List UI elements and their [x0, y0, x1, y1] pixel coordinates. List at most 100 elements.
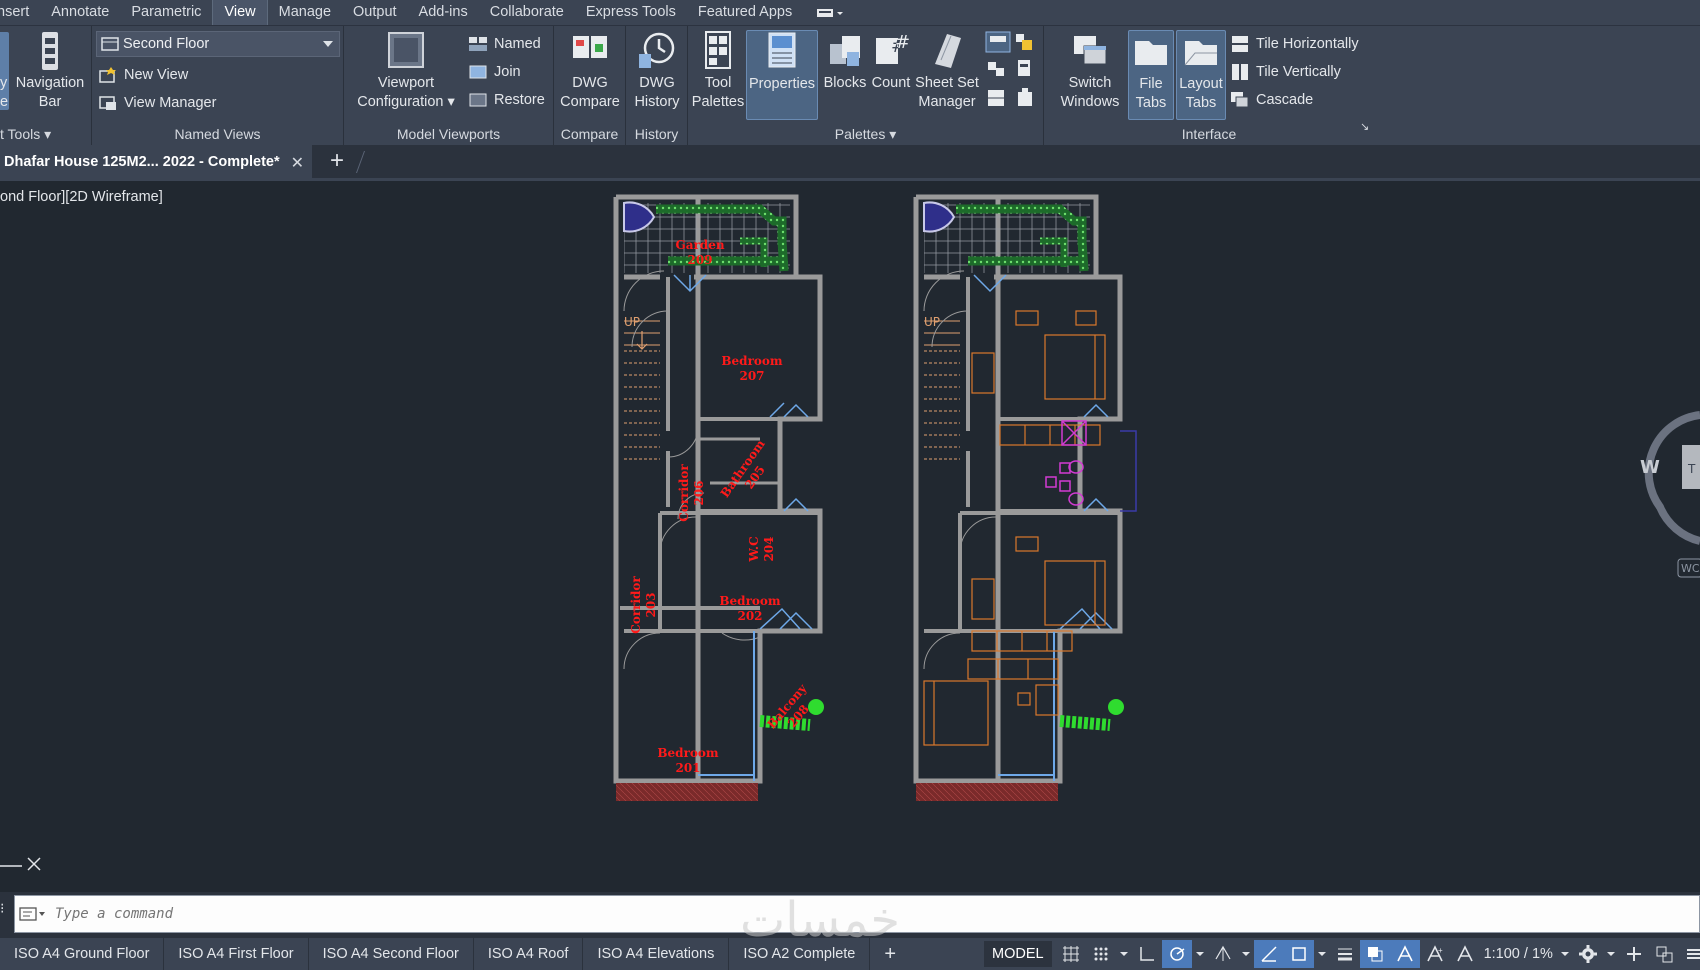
- viewcube-compass[interactable]: W T WC: [1640, 411, 1700, 591]
- properties-button[interactable]: Properties: [746, 30, 818, 120]
- panel-interface: Switch Windows File Tabs Layout Tabs Til…: [1044, 26, 1374, 146]
- plus-icon[interactable]: [1619, 940, 1649, 968]
- view-manager-icon: [99, 96, 116, 110]
- polar-tracking-icon[interactable]: [1161, 940, 1192, 968]
- object-snap-icon[interactable]: [1283, 940, 1314, 968]
- scale-dropdown-icon[interactable]: [1557, 940, 1573, 968]
- object-snap-tracking-icon[interactable]: [1253, 940, 1284, 968]
- ortho-icon[interactable]: [1132, 940, 1162, 968]
- customize-icon[interactable]: [1679, 940, 1700, 968]
- left-cut-label-bottom: e: [0, 94, 9, 110]
- floor-plan-drawing[interactable]: UP Garden 209Bedroom 207Corridor206 Bathroo…: [0, 181, 1700, 891]
- count-button[interactable]: # # Count: [868, 30, 914, 93]
- navigation-bar-button[interactable]: Navigation Bar: [12, 30, 88, 112]
- layout-tabs-label-1: Layout: [1179, 76, 1223, 92]
- object-snap-dropdown-icon[interactable]: [1314, 940, 1330, 968]
- room-label: Bedroom 201: [657, 746, 718, 775]
- viewport-tools-label[interactable]: t Tools ▾: [0, 124, 91, 144]
- view-icon: [101, 37, 119, 51]
- menu-parametric[interactable]: Parametric: [120, 0, 212, 25]
- palettes-label[interactable]: Palettes ▾: [688, 124, 1043, 144]
- close-icon[interactable]: ✕: [291, 153, 304, 173]
- menu-view[interactable]: View: [212, 0, 268, 25]
- join-viewports-button[interactable]: Join: [468, 59, 521, 85]
- dwg-history-button[interactable]: DWG History: [628, 30, 686, 112]
- add-layout-button[interactable]: +: [870, 938, 910, 970]
- model-space-button[interactable]: MODEL: [984, 941, 1052, 967]
- panel-history: DWG History History: [626, 26, 688, 146]
- named-viewports-button[interactable]: Named: [468, 31, 541, 57]
- ribbon-minimize-icon[interactable]: [813, 0, 847, 25]
- annotation-scale-value[interactable]: 1:100 / 1%: [1480, 946, 1557, 962]
- tab-divider: [355, 151, 366, 173]
- tool-palettes-label-2: Palettes: [691, 94, 745, 110]
- menu-featured-apps[interactable]: Featured Apps: [687, 0, 803, 25]
- document-tab[interactable]: Dhafar House 125M2... 2022 - Complete* ✕: [0, 145, 312, 178]
- isolate-objects-icon[interactable]: [1649, 940, 1679, 968]
- gear-icon[interactable]: [1573, 940, 1603, 968]
- layout-tab-ground-floor[interactable]: ISO A4 Ground Floor: [0, 938, 165, 970]
- menu-insert[interactable]: Insert: [0, 0, 40, 25]
- named-views-label: Named Views: [174, 126, 261, 142]
- tool-palettes-icon: [705, 31, 731, 69]
- dwg-compare-label-1: DWG: [572, 75, 608, 91]
- room-labels: Garden 209Bedroom 207Corridor206 Bathroom20…: [629, 238, 812, 775]
- interface-expand-icon[interactable]: ↘: [1360, 120, 1369, 133]
- tile-vertically-button[interactable]: Tile Vertically: [1230, 59, 1341, 85]
- snap-dropdown-icon[interactable]: [1116, 940, 1132, 968]
- layout-tab-elevations[interactable]: ISO A4 Elevations: [583, 938, 730, 970]
- new-view-button[interactable]: New View: [98, 62, 188, 88]
- restore-viewports-button[interactable]: Restore: [468, 87, 545, 113]
- menu-output[interactable]: Output: [342, 0, 408, 25]
- tool-palettes-button[interactable]: Tool Palettes: [690, 30, 746, 112]
- command-history-icon[interactable]: [15, 895, 49, 933]
- palette-grid-icon[interactable]: [982, 30, 1042, 114]
- status-tools: MODEL + 1:100 / 1%: [984, 938, 1700, 970]
- file-tabs-button[interactable]: File Tabs: [1128, 30, 1174, 120]
- selection-cycling-icon[interactable]: [1359, 940, 1390, 968]
- menu-annotate[interactable]: Annotate: [40, 0, 120, 25]
- lineweight-icon[interactable]: [1330, 940, 1360, 968]
- new-tab-button[interactable]: +: [330, 149, 344, 173]
- viewport-configuration-button[interactable]: Viewport Configuration ▾: [354, 30, 458, 112]
- named-view-dropdown[interactable]: Second Floor: [96, 31, 340, 57]
- menu-manage[interactable]: Manage: [268, 0, 342, 25]
- viewport-configuration-label-2: Configuration ▾: [357, 94, 455, 110]
- command-line-grip[interactable]: ⁝: [0, 900, 10, 928]
- layout-tabs-button[interactable]: Layout Tabs: [1176, 30, 1226, 120]
- polar-dropdown-icon[interactable]: [1192, 940, 1208, 968]
- new-view-label: New View: [124, 67, 189, 83]
- annotation-visibility-icon[interactable]: [1389, 940, 1420, 968]
- auto-scale-icon[interactable]: +: [1420, 940, 1450, 968]
- blocks-label: Blocks: [823, 75, 867, 91]
- isodraft-icon[interactable]: [1208, 940, 1238, 968]
- menu-add-ins[interactable]: Add-ins: [408, 0, 479, 25]
- layout-tab-first-floor[interactable]: ISO A4 First Floor: [164, 938, 309, 970]
- grid-icon[interactable]: [1056, 940, 1086, 968]
- layout-tab-second-floor[interactable]: ISO A4 Second Floor: [309, 938, 474, 970]
- layout-tab-roof[interactable]: ISO A4 Roof: [474, 938, 584, 970]
- room-label: Corridor203: [629, 576, 658, 634]
- command-input[interactable]: [55, 906, 655, 922]
- viewport-configuration-icon: [388, 32, 424, 68]
- drawing-canvas[interactable]: ond Floor][2D Wireframe] UP Garden 209 B…: [0, 181, 1700, 891]
- view-manager-button[interactable]: View Manager: [98, 90, 216, 116]
- count-label: Count: [871, 75, 911, 91]
- blocks-button[interactable]: Blocks: [820, 30, 870, 93]
- switch-windows-button[interactable]: Switch Windows: [1058, 30, 1122, 112]
- palette-small-icons: [982, 30, 1042, 114]
- dwg-compare-button[interactable]: DWG Compare: [558, 30, 622, 112]
- cascade-button[interactable]: Cascade: [1230, 87, 1313, 113]
- command-line-bar: ⁝ خمسات: [0, 892, 1700, 948]
- file-tabs-label-1: File: [1139, 76, 1163, 92]
- menu-express-tools[interactable]: Express Tools: [575, 0, 687, 25]
- sheet-set-manager-button[interactable]: Sheet Set Manager: [912, 30, 982, 112]
- annotation-scale-icon[interactable]: [1450, 940, 1480, 968]
- menu-collaborate[interactable]: Collaborate: [479, 0, 575, 25]
- layout-tab-a2-complete[interactable]: ISO A2 Complete: [729, 938, 871, 970]
- snap-icon[interactable]: [1086, 940, 1116, 968]
- isodraft-dropdown-icon[interactable]: [1238, 940, 1254, 968]
- tile-horizontally-button[interactable]: Tile Horizontally: [1230, 31, 1359, 57]
- chevron-down-icon: [323, 41, 333, 47]
- workspace-dropdown-icon[interactable]: [1603, 940, 1619, 968]
